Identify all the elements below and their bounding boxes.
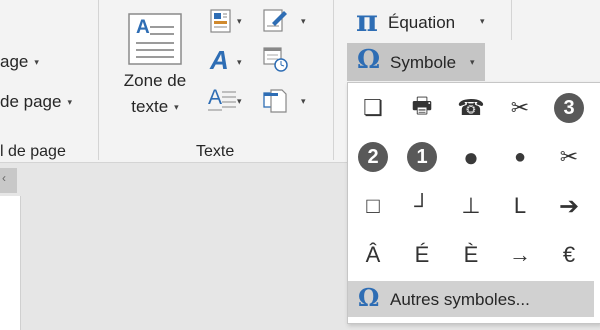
symbol-cell[interactable]: ☎ [448, 85, 494, 131]
document-page[interactable] [0, 196, 21, 330]
symbol-glyph: ➔ [558, 192, 580, 220]
group-divider [333, 0, 334, 160]
chevron-down-icon: ▾ [480, 16, 485, 26]
symbol-cell[interactable]: € [546, 232, 592, 278]
symbol-glyph: ┘ [414, 193, 430, 218]
symbol-cell[interactable]: 1 [399, 134, 445, 180]
text-box-button[interactable]: A Zone de texte ▾ [110, 8, 200, 123]
symbol-cell[interactable]: È [448, 232, 494, 278]
symbol-cell[interactable]: Â [350, 232, 396, 278]
chevron-down-icon[interactable]: ▾ [237, 57, 242, 68]
symbol-cell[interactable]: 2 [350, 134, 396, 180]
symbol-cell[interactable]: É [399, 232, 445, 278]
chevron-down-icon[interactable]: ▾ [301, 16, 306, 27]
symbol-cell[interactable]: ┘ [399, 183, 445, 229]
drop-cap-underline-icon [208, 109, 222, 111]
group-divider [511, 0, 512, 40]
symbol-glyph: ● [463, 141, 479, 172]
symbol-glyph: ❏ [363, 95, 383, 120]
symbol-glyph: 3 [554, 93, 584, 123]
symbol-glyph: ☎ [457, 95, 485, 120]
signature-line-icon[interactable] [262, 7, 288, 33]
symbol-glyph: Â [365, 242, 381, 267]
symbol-glyph: 🖶 [411, 93, 433, 118]
symbol-cell[interactable]: ✂ [497, 85, 543, 131]
equation-button[interactable]: π Équation ▾ [356, 4, 491, 40]
header-footer-group-label: l de page [0, 143, 66, 160]
drop-cap-letter: A [208, 86, 223, 109]
symbol-glyph: ⊥ [461, 193, 481, 218]
chevron-down-icon: ▾ [174, 102, 179, 113]
text-box-icon-letter: A [136, 17, 150, 38]
symbole-button[interactable]: Ω Symbole ▾ [347, 43, 485, 81]
symbol-glyph: ✂ [559, 144, 579, 169]
symbol-cell[interactable]: ➔ [546, 183, 592, 229]
date-time-icon[interactable] [262, 46, 288, 72]
drop-cap-icon[interactable]: A [208, 86, 236, 112]
symbol-cell[interactable]: ❏ [350, 85, 396, 131]
scroll-tab[interactable]: ‹ [0, 168, 17, 193]
chevron-down-icon[interactable]: ▾ [237, 16, 242, 27]
omega-icon: Ω [357, 45, 381, 75]
symbol-glyph: L [513, 193, 527, 218]
chevron-down-icon: ▾ [470, 57, 475, 67]
more-symbols-label: Autres symboles... [390, 290, 530, 309]
symbol-glyph: É [414, 242, 430, 267]
symbole-label: Symbole [390, 53, 457, 72]
drop-cap-lines-icon [222, 91, 236, 108]
chevron-down-icon[interactable]: ▾ [301, 96, 306, 107]
pi-icon: π [356, 4, 378, 39]
object-icon[interactable] [262, 88, 288, 114]
symbol-cell[interactable]: → [497, 232, 543, 278]
text-box-label-line2: texte ▾ [131, 97, 179, 116]
symbol-glyph: È [463, 242, 479, 267]
symbol-cell[interactable]: L [497, 183, 543, 229]
page-number-button[interactable]: age ▾ [0, 52, 39, 72]
chevron-left-icon: ‹ [2, 171, 6, 185]
symbol-glyph: → [509, 242, 531, 267]
symbol-cell[interactable]: ● [497, 134, 543, 180]
symbol-glyph: 1 [407, 142, 437, 172]
symbol-glyph: € [562, 242, 576, 267]
symbol-cell[interactable]: □ [350, 183, 396, 229]
omega-icon: Ω [358, 283, 380, 312]
chevron-down-icon: ▾ [34, 57, 39, 68]
symbol-cell[interactable]: 🖶 [399, 85, 445, 131]
wordart-icon[interactable]: A [210, 45, 229, 76]
text-box-label-line1: Zone de [123, 71, 187, 90]
page-option-label: de page [0, 92, 62, 111]
page-number-label: age [0, 52, 29, 71]
symbol-glyph: ✂ [510, 95, 530, 120]
symbol-glyph: 2 [358, 142, 388, 172]
symbol-cell[interactable]: ⊥ [448, 183, 494, 229]
equation-label: Équation [388, 13, 456, 32]
group-divider [98, 0, 99, 160]
chevron-down-icon[interactable]: ▾ [237, 96, 242, 107]
page-option-button[interactable]: de page ▾ [0, 92, 72, 112]
symbol-glyph: ● [513, 145, 527, 168]
texte-group-label: Texte [196, 143, 235, 160]
chevron-down-icon: ▾ [67, 97, 72, 108]
symbol-glyph: □ [366, 193, 380, 218]
symbol-cell[interactable]: 3 [546, 85, 592, 131]
quick-parts-icon[interactable] [208, 8, 234, 34]
symbol-cell[interactable]: ✂ [546, 134, 592, 180]
symbol-cell[interactable]: ● [448, 134, 494, 180]
symbol-gallery-dropdown: ❏ 🖶 ☎ ✂ 3 2 1 ● ● ✂ □ ┘ ⊥ L ➔ Â É È → € Ω Autres symboles..… [347, 82, 600, 324]
more-symbols-button[interactable]: Ω Autres symboles... [348, 281, 594, 317]
